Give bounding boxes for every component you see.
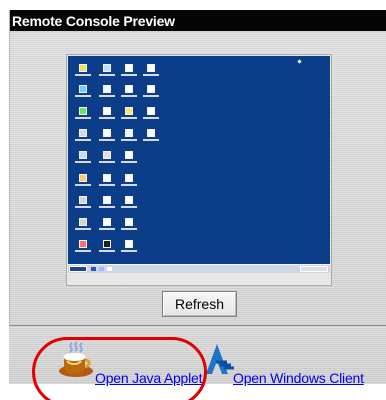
desktop-shortcut-icon: [121, 64, 137, 76]
desktop-shortcut-icon: [75, 240, 91, 252]
desktop-shortcut-icon: [143, 107, 159, 119]
desktop-shortcut-icon: [143, 85, 159, 97]
desktop-shortcut-icon: [99, 64, 115, 76]
desktop-shortcut-icon: [121, 107, 137, 119]
desktop-shortcut-icon: [99, 85, 115, 97]
mouse-cursor-icon: [297, 59, 302, 64]
open-java-applet-link[interactable]: Open Java Applet: [95, 370, 203, 386]
quick-launch-icon: [91, 267, 96, 271]
desktop-shortcut-icon: [99, 129, 115, 141]
start-button-icon: [69, 266, 87, 272]
remote-console-page: Remote Console Preview Refresh Open Java…: [0, 0, 386, 400]
remote-taskbar: [68, 264, 330, 273]
windows-client-icon[interactable]: [203, 342, 235, 376]
panel-title-bar: Remote Console Preview: [10, 10, 386, 33]
desktop-shortcut-icon: [99, 107, 115, 119]
desktop-shortcut-icon: [121, 196, 137, 208]
open-windows-client-link[interactable]: Open Windows Client: [233, 370, 364, 386]
desktop-shortcut-icon: [75, 151, 91, 163]
desktop-shortcut-icon: [99, 218, 115, 230]
desktop-shortcut-icon: [121, 218, 137, 230]
console-preview-frame: [66, 54, 332, 286]
desktop-shortcut-icon: [75, 196, 91, 208]
desktop-shortcut-icon: [75, 129, 91, 141]
panel-title: Remote Console Preview: [12, 13, 175, 29]
desktop-shortcut-icon: [99, 174, 115, 186]
remote-desktop-preview: [68, 56, 330, 273]
quick-launch-icon: [99, 267, 104, 271]
desktop-shortcut-icon: [75, 107, 91, 119]
desktop-shortcut-icon: [121, 240, 137, 252]
desktop-shortcut-icon: [99, 151, 115, 163]
desktop-shortcut-icon: [99, 196, 115, 208]
coffee-cup-icon[interactable]: [54, 340, 98, 380]
refresh-button[interactable]: Refresh: [162, 291, 237, 317]
desktop-shortcut-icon: [99, 240, 115, 252]
desktop-shortcut-icon: [121, 129, 137, 141]
desktop-shortcut-icon: [143, 129, 159, 141]
desktop-shortcut-icon: [75, 85, 91, 97]
desktop-shortcut-icon: [75, 174, 91, 186]
desktop-shortcut-icon: [121, 151, 137, 163]
desktop-shortcut-icon: [121, 174, 137, 186]
desktop-shortcut-icon: [75, 64, 91, 76]
desktop-shortcut-icon: [121, 85, 137, 97]
system-tray: [300, 266, 328, 272]
desktop-shortcut-icon: [143, 64, 159, 76]
quick-launch-icon: [107, 267, 112, 271]
desktop-shortcut-icon: [75, 218, 91, 230]
